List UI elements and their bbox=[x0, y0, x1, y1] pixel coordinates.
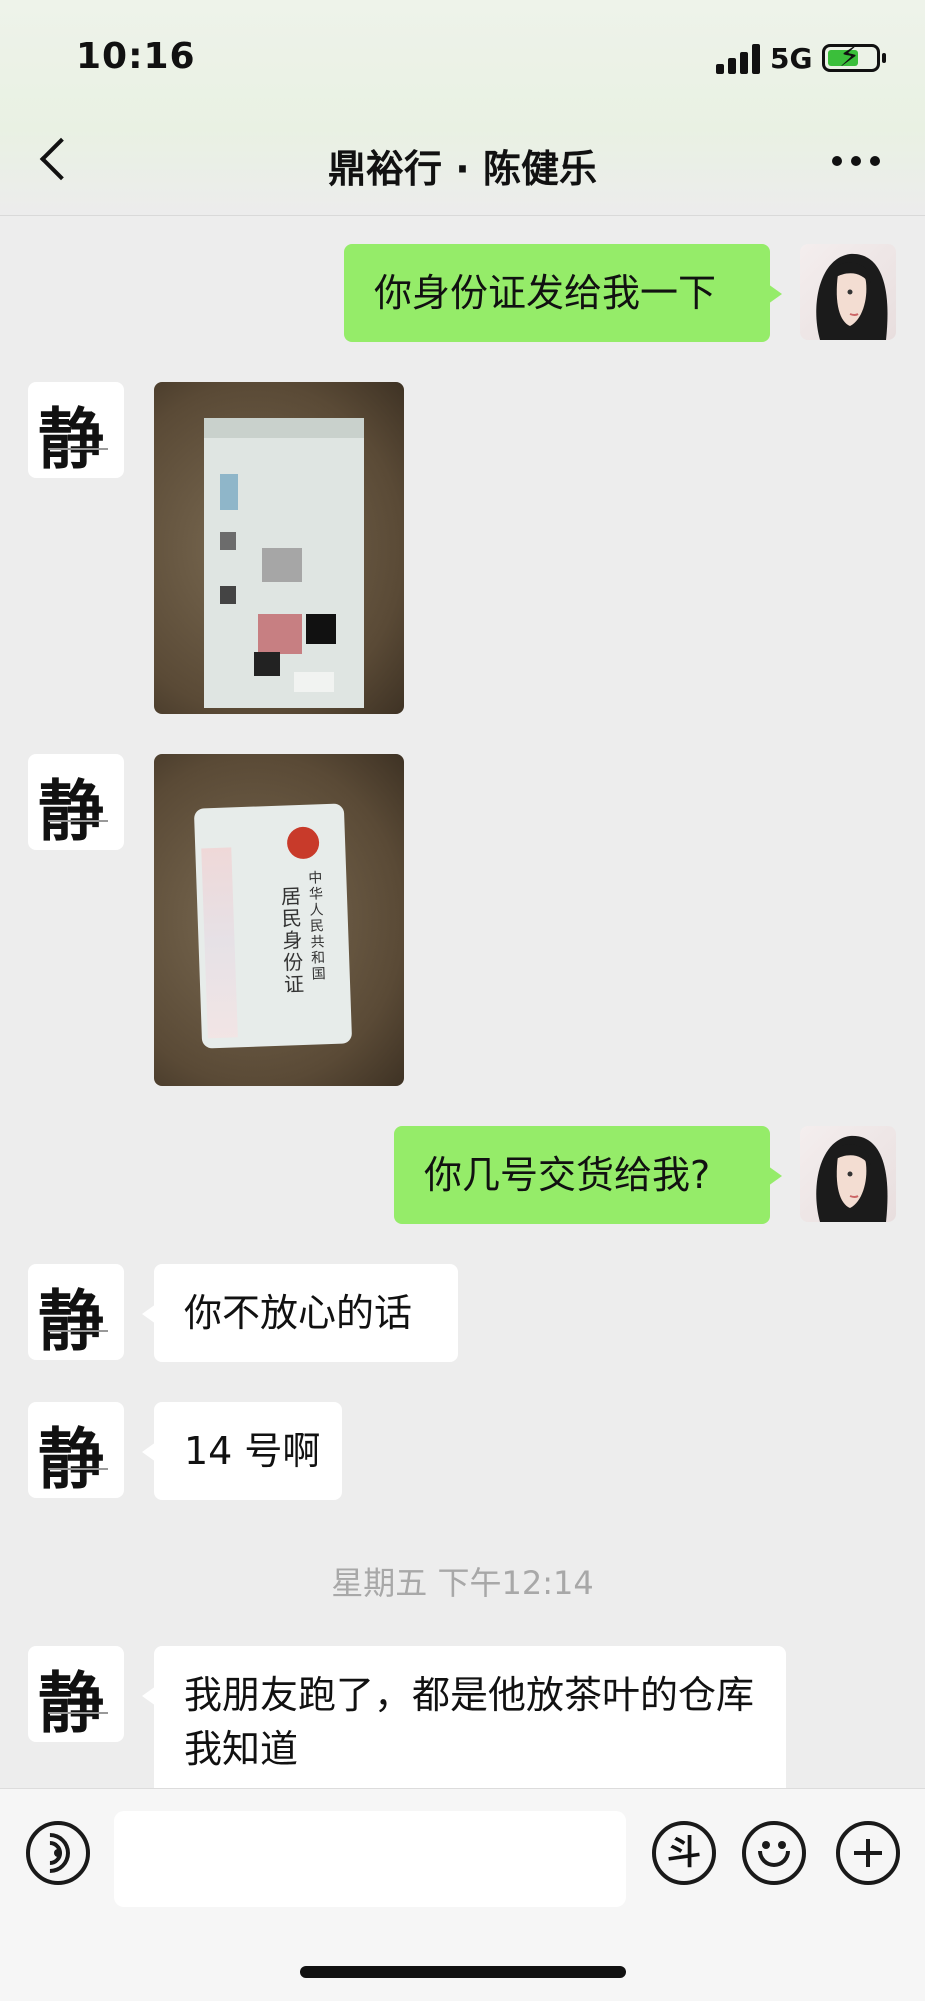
message-bubble-received[interactable]: 你不放心的话 bbox=[142, 1264, 458, 1362]
contact-avatar[interactable]: 静 bbox=[28, 754, 124, 850]
top-bar: 10:16 5G ⚡ 鼎裕行 · 陈健乐 bbox=[0, 0, 925, 216]
more-options-icon[interactable] bbox=[832, 156, 880, 168]
contact-avatar[interactable]: 静 bbox=[28, 1402, 124, 1498]
chat-timestamp: 星期五 下午12:14 bbox=[331, 1564, 594, 1602]
battery-icon: ⚡ bbox=[822, 40, 886, 74]
voice-input-button[interactable] bbox=[21, 1821, 90, 1885]
message-input[interactable] bbox=[114, 1811, 626, 1907]
contact-avatar[interactable]: 静 bbox=[28, 382, 124, 478]
id-card-image: 中华人民共和国 居民身份证 bbox=[193, 803, 353, 1049]
my-avatar[interactable] bbox=[800, 1126, 896, 1222]
network-label: 5G bbox=[770, 42, 813, 75]
status-time: 10:16 bbox=[76, 36, 196, 77]
signal-icon bbox=[716, 44, 760, 74]
my-avatar[interactable] bbox=[800, 244, 896, 340]
image-message[interactable]: 中华人民共和国 居民身份证 bbox=[154, 754, 404, 1086]
message-bubble-sent[interactable]: 你身份证发给我一下 bbox=[344, 244, 782, 342]
chat-title: 鼎裕行 · 陈健乐 bbox=[328, 147, 597, 191]
national-emblem-icon bbox=[286, 826, 320, 860]
message-bubble-sent[interactable]: 你几号交货给我? bbox=[394, 1126, 782, 1224]
image-message[interactable] bbox=[154, 382, 404, 714]
home-indicator bbox=[300, 1966, 626, 1978]
id-card-line2: 居民身份证 bbox=[280, 884, 305, 997]
message-bubble-received[interactable]: 我朋友跑了，都是他放茶叶的仓库我知道 bbox=[142, 1646, 786, 1796]
emoji-button[interactable] bbox=[742, 1821, 806, 1885]
contact-avatar[interactable]: 静 bbox=[28, 1264, 124, 1360]
douyin-icon-button[interactable]: 斗 bbox=[652, 1821, 716, 1885]
id-card-line1: 中华人民共和国 bbox=[308, 870, 326, 983]
add-more-button[interactable] bbox=[836, 1821, 900, 1885]
avatar-calligraphy: 静 bbox=[38, 400, 104, 478]
message-bubble-received[interactable]: 14 号啊 bbox=[142, 1402, 342, 1500]
contact-avatar[interactable]: 静 bbox=[28, 1646, 124, 1742]
